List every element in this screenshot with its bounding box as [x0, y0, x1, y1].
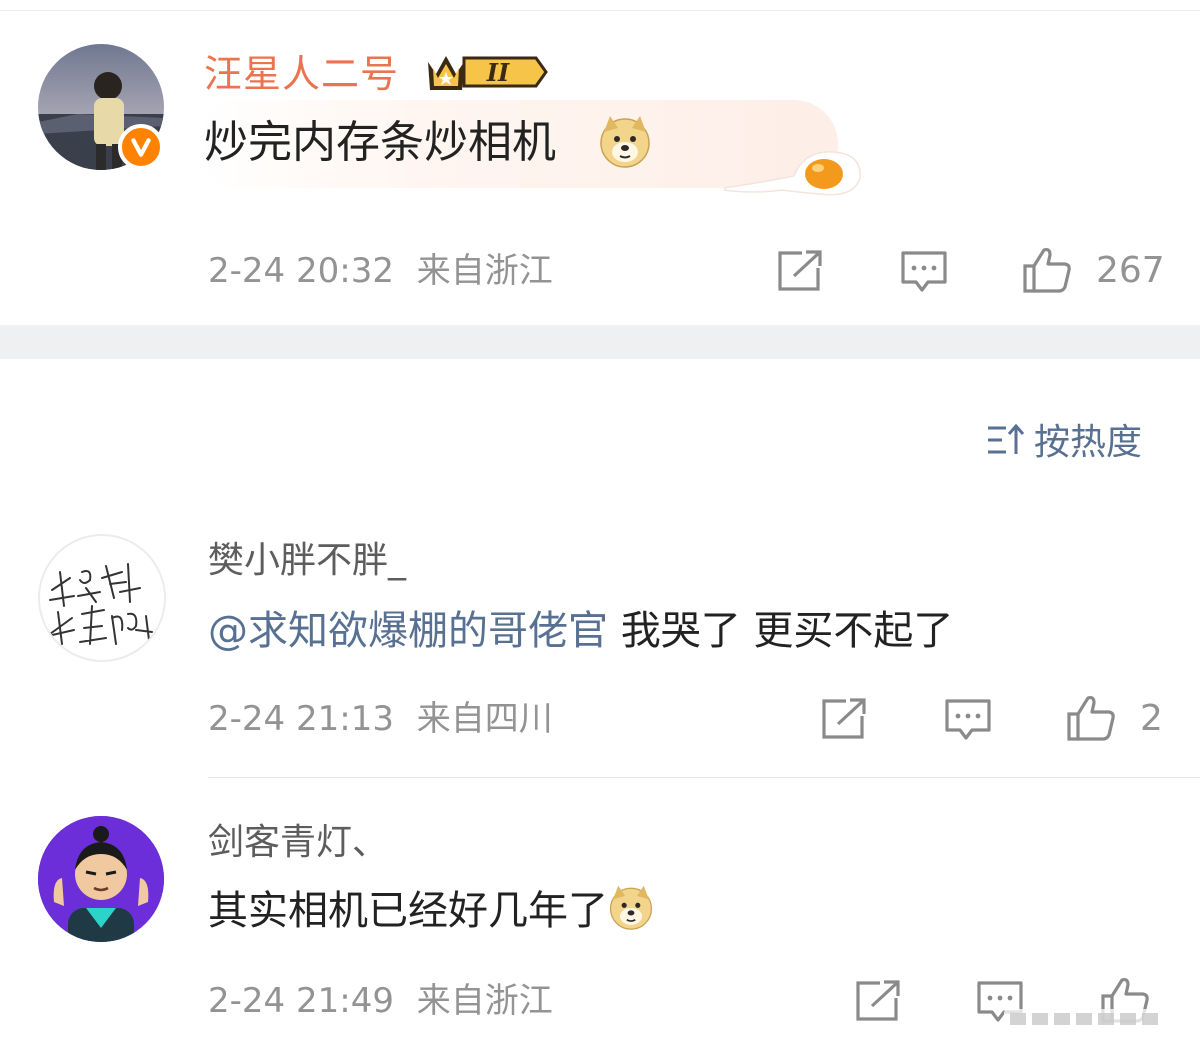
sort-label: 按热度 [1034, 422, 1143, 463]
avatar[interactable] [38, 534, 166, 662]
like-count: 267 [1096, 250, 1165, 291]
comment-icon[interactable] [900, 250, 948, 294]
reply-text: @求知欲爆棚的哥佬官 我哭了 更买不起了 [208, 602, 953, 660]
reply-body: 其实相机已经好几年了 [208, 888, 608, 934]
reply-username[interactable]: 剑客青灯、 [208, 818, 388, 868]
comment-time: 2-24 20:32 [208, 251, 394, 291]
doge-emoji-icon [598, 114, 652, 168]
reply-username[interactable]: 樊小胖不胖_ [208, 536, 406, 586]
like-thumb-icon[interactable] [1066, 694, 1116, 742]
username[interactable]: 汪星人二号 [204, 48, 399, 100]
watermark [1004, 1005, 1174, 1033]
reply-location: 来自浙江 [416, 981, 553, 1021]
main-comment: 汪星人二号 II 炒完内存条炒相机 2-24 20:32 来自浙江 267 [0, 0, 1200, 325]
section-gap [0, 325, 1200, 359]
reply-time: 2-24 21:13 [208, 699, 394, 739]
like-count: 2 [1140, 698, 1163, 739]
reply-meta: 2-24 21:49 来自浙江 [208, 978, 553, 1024]
reply-meta: 2-24 21:13 来自四川 [208, 696, 553, 742]
reply-text: 其实相机已经好几年了 [208, 882, 654, 940]
verified-badge-icon [118, 124, 164, 170]
mention-link[interactable]: @求知欲爆棚的哥佬官 [208, 608, 608, 654]
comment-meta: 2-24 20:32 来自浙江 [208, 248, 553, 294]
fried-egg-decoration-icon [723, 140, 864, 200]
reply-body: 我哭了 更买不起了 [608, 608, 954, 654]
reply-time: 2-24 21:49 [208, 981, 394, 1021]
share-icon[interactable] [820, 698, 868, 740]
doge-emoji-icon [608, 884, 654, 930]
comment-icon[interactable] [944, 698, 992, 742]
sort-icon [986, 422, 1026, 458]
crown-level-badge-icon[interactable]: II [424, 48, 550, 96]
comment-text: 炒完内存条炒相机 [204, 117, 556, 168]
share-icon[interactable] [776, 250, 824, 292]
reply-divider [208, 777, 1200, 778]
like-thumb-icon[interactable] [1022, 246, 1072, 294]
share-icon[interactable] [854, 980, 902, 1022]
reply-location: 来自四川 [416, 699, 553, 739]
badge-level-text: II [486, 58, 510, 87]
sort-by-hot-button[interactable]: 按热度 [986, 418, 1142, 468]
comment-location: 来自浙江 [416, 251, 553, 291]
avatar[interactable] [38, 816, 164, 942]
